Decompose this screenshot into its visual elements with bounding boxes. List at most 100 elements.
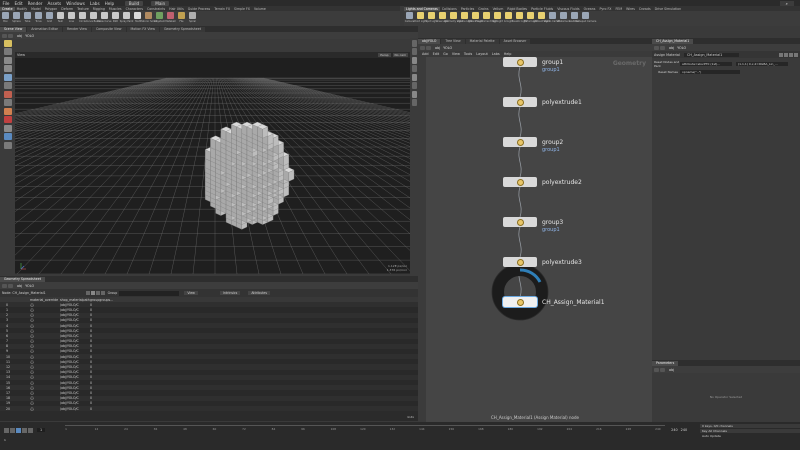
network-node-group2[interactable]: group2 group1	[503, 137, 563, 153]
menu-help[interactable]: Help	[102, 1, 117, 6]
shelf-tool-geometry-light[interactable]: Geometry Light	[444, 12, 463, 26]
shelf-tab-pyro-fx[interactable]: Pyro FX	[597, 7, 613, 11]
end-frame-field[interactable]: 240	[671, 428, 677, 432]
shelf-tab-oceans[interactable]: Oceans	[582, 7, 598, 11]
shelf-tool-spiral[interactable]: Spiral	[187, 12, 198, 26]
timeline-ruler[interactable]: 1 12 24 36 48 60 72 84 96 108 120 132 144 156 168 180 19…	[65, 425, 666, 435]
main-selector[interactable]: Main	[151, 0, 170, 6]
shelf-tab-grains[interactable]: Grains	[476, 7, 490, 11]
shelf-tool-caustic-light[interactable]: Caustic Light	[512, 12, 527, 26]
play-icon[interactable]	[16, 427, 21, 433]
shelf-tool-text[interactable]: Text	[132, 12, 143, 26]
shelf-tool-spray-paint[interactable]: Spray Paint	[120, 12, 133, 26]
menu-labs[interactable]: Labs	[87, 1, 102, 6]
forward-icon[interactable]	[8, 33, 13, 38]
shelf-tool-vr-camera[interactable]: VR Camera	[557, 12, 570, 26]
display-option-icon[interactable]	[411, 82, 417, 89]
shelf-tab-drive-simulation[interactable]: Drive Simulation	[653, 7, 684, 11]
auto-update-toggle[interactable]: Auto Update	[700, 434, 800, 438]
shelf-tool-sky-light[interactable]: Sky Light	[492, 12, 503, 26]
display-option-icon[interactable]	[411, 65, 417, 72]
menu-render[interactable]: Render	[25, 1, 45, 6]
tab-parameters[interactable]: Parameters	[652, 361, 679, 366]
shelf-tab-guide-process[interactable]: Guide Process	[186, 7, 212, 11]
shelf-tool-metaball[interactable]: Metaball	[165, 12, 176, 26]
detail-icon[interactable]	[100, 291, 105, 295]
shelf-tool-torus[interactable]: Torus	[33, 12, 44, 26]
forward-icon[interactable]	[660, 45, 665, 50]
shelf-tab-terrain-fx[interactable]: Terrain FX	[212, 7, 232, 11]
shelf-tab-particles[interactable]: Particles	[459, 7, 476, 11]
param-value-2[interactable]: (1,1,1) 0,x,2=RGBA_Lin_...	[736, 62, 788, 66]
attributes-menu[interactable]: Attributes	[248, 291, 271, 295]
tab-geometry-spreadsheet[interactable]: Geometry Spreadsheet	[159, 27, 205, 32]
network-node-polyextrude2[interactable]: polyextrude2	[503, 177, 582, 187]
path-node[interactable]: YOLO	[25, 284, 34, 288]
intrinsics-menu[interactable]: Intrinsics	[219, 291, 241, 295]
group-field[interactable]	[119, 290, 180, 296]
persp-menu[interactable]: Persp	[378, 53, 391, 57]
search-field[interactable]: ⌕	[779, 0, 794, 6]
path-node[interactable]: YOLO	[677, 46, 686, 50]
shelf-tab-deform[interactable]: Deform	[59, 7, 75, 11]
display-option-icon[interactable]	[411, 90, 417, 98]
shelf-tool-switcher[interactable]: Switcher	[569, 12, 580, 26]
shelf-tab-polygon[interactable]: Polygon	[43, 7, 60, 11]
node-body[interactable]	[503, 177, 537, 187]
shelf-tool-draw-curve[interactable]: Draw Curve	[97, 12, 112, 26]
menu-file[interactable]: File	[0, 1, 12, 6]
tab-render-view[interactable]: Render View	[63, 27, 91, 32]
select-tool-icon[interactable]	[3, 39, 12, 47]
shelf-tab-texture[interactable]: Texture	[75, 7, 91, 11]
path-obj[interactable]: obj	[17, 284, 22, 288]
tab-motion-fx-view[interactable]: Motion FX View	[126, 27, 159, 32]
shelf-tab-collisions[interactable]: Collisions	[440, 7, 459, 11]
shelf-tab-muscles[interactable]: Muscles	[107, 7, 124, 11]
scene-viewport[interactable]: View Persp No cam 1.12E px/xor 1.376 px/…	[15, 52, 410, 274]
shelf-tool-spot-light[interactable]: Spot Light	[425, 12, 438, 26]
shelf-tool-volume-light[interactable]: Volume Light	[457, 12, 472, 26]
shelf-tool-file[interactable]: File	[176, 12, 187, 26]
column-shop-materialpath[interactable]: shop_materialpath	[60, 298, 90, 302]
current-frame-field[interactable]: 1	[37, 428, 46, 432]
shelf-tool-curve-bezier[interactable]: Curve Bezier	[86, 12, 101, 26]
tab-scene-view[interactable]: Scene View	[0, 27, 27, 32]
rotate-tool-icon[interactable]	[3, 56, 12, 64]
forward-icon[interactable]	[8, 283, 13, 288]
next-key-icon[interactable]	[22, 427, 27, 433]
last-frame-icon[interactable]	[28, 427, 33, 433]
view-label[interactable]: View	[17, 53, 25, 57]
scale-tool-icon[interactable]	[3, 65, 12, 72]
brush-tool-icon[interactable]	[3, 90, 12, 98]
param-value-1[interactable]: attribute=sbsrPT0 (1st)...	[680, 62, 732, 66]
shelf-tab-rigging[interactable]: Rigging	[91, 7, 107, 11]
light-icon[interactable]	[3, 141, 12, 149]
magnet-icon[interactable]	[3, 124, 12, 132]
end-frame-field-2[interactable]: 240	[681, 428, 687, 432]
shelf-tool-grid[interactable]: Grid	[44, 12, 55, 26]
shelf-tool-tube[interactable]: Tube	[22, 12, 33, 26]
view-tool-icon[interactable]	[3, 99, 12, 106]
shelf-tab-crowds[interactable]: Crowds	[637, 7, 653, 11]
snap-icon[interactable]	[3, 107, 12, 115]
view-menu[interactable]: View	[184, 291, 198, 295]
shelf-tool-distant-light[interactable]: Distant Light	[468, 12, 483, 26]
start-frame-field[interactable]: 1	[4, 438, 6, 442]
tab-geometry-spreadsheet[interactable]: Geometry Spreadsheet	[0, 277, 45, 282]
path-obj[interactable]: obj	[669, 46, 674, 50]
shelf-tool-stereo-camera[interactable]: Stereo Camera	[544, 12, 561, 26]
shelf-tool-gamepad-camera[interactable]: Gamepad Camera	[575, 12, 596, 26]
points-icon[interactable]	[85, 291, 90, 295]
back-icon[interactable]	[2, 33, 7, 38]
shelf-tab-vellum[interactable]: Vellum	[491, 7, 506, 11]
shelf-tab-rigid-bodies[interactable]: Rigid Bodies	[505, 7, 529, 11]
menu-windows[interactable]: Windows	[64, 1, 88, 6]
shelf-tab-hair-utils[interactable]: Hair Utils	[167, 7, 186, 11]
move-tool-icon[interactable]	[3, 48, 12, 55]
shelf-tool-line[interactable]: Line	[66, 12, 77, 26]
path-obj[interactable]: obj	[17, 34, 22, 38]
shelf-tab-characters[interactable]: Characters	[124, 7, 145, 11]
shelf-tool-null[interactable]: Null	[55, 12, 66, 26]
names-field[interactable]: opname("..")	[680, 70, 740, 74]
back-icon[interactable]	[2, 283, 7, 288]
